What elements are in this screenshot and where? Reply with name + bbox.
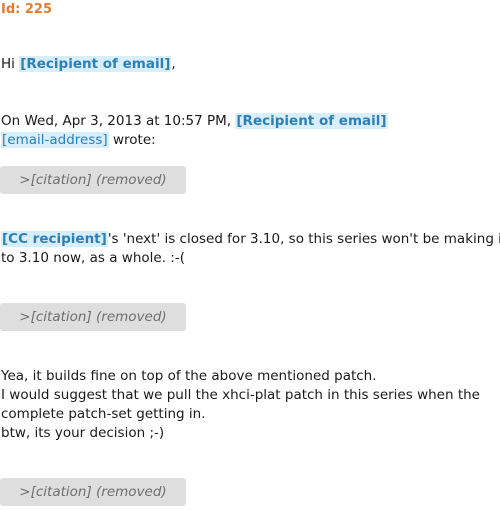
paragraph-1-line-2: to 3.10 now, as a whole. :-( <box>1 250 185 266</box>
quote-header-line-1: On Wed, Apr 3, 2013 at 10:57 PM, [Recipi… <box>1 112 388 131</box>
recipient-tag: [Recipient of email] <box>235 113 388 129</box>
paragraph-1-line-1: [CC recipient]'s 'next' is closed for 3.… <box>1 230 500 249</box>
quote-header-prefix: On Wed, Apr 3, 2013 at 10:57 PM, <box>1 113 236 129</box>
greeting-line: Hi [Recipient of email], <box>1 55 176 74</box>
paragraph-2-line-2: I would suggest that we pull the xhci-pl… <box>1 387 480 403</box>
citation-block: >[citation] (removed) <box>0 166 186 194</box>
paragraph-2-line-4: btw, its your decision ;-) <box>1 425 165 441</box>
email-address-tag: [email-address] <box>1 132 109 148</box>
citation-block: >[citation] (removed) <box>0 303 186 331</box>
paragraph-1-text: 's 'next' is closed for 3.10, so this se… <box>107 231 500 247</box>
citation-block: >[citation] (removed) <box>0 478 186 506</box>
cc-recipient-tag: [CC recipient] <box>1 231 108 247</box>
quote-header-suffix: wrote: <box>108 132 156 148</box>
email-id-label: Id: 225 <box>1 2 53 17</box>
recipient-tag: [Recipient of email] <box>19 56 172 72</box>
paragraph-2-line-3: complete patch-set getting in. <box>1 406 206 422</box>
greeting-prefix: Hi <box>1 56 20 72</box>
email-page: Id: 225 Hi [Recipient of email], On Wed,… <box>0 0 500 510</box>
greeting-suffix: , <box>171 56 176 72</box>
paragraph-2-line-1: Yea, it builds fine on top of the above … <box>1 368 377 384</box>
quote-header-line-2: [email-address] wrote: <box>1 131 156 150</box>
